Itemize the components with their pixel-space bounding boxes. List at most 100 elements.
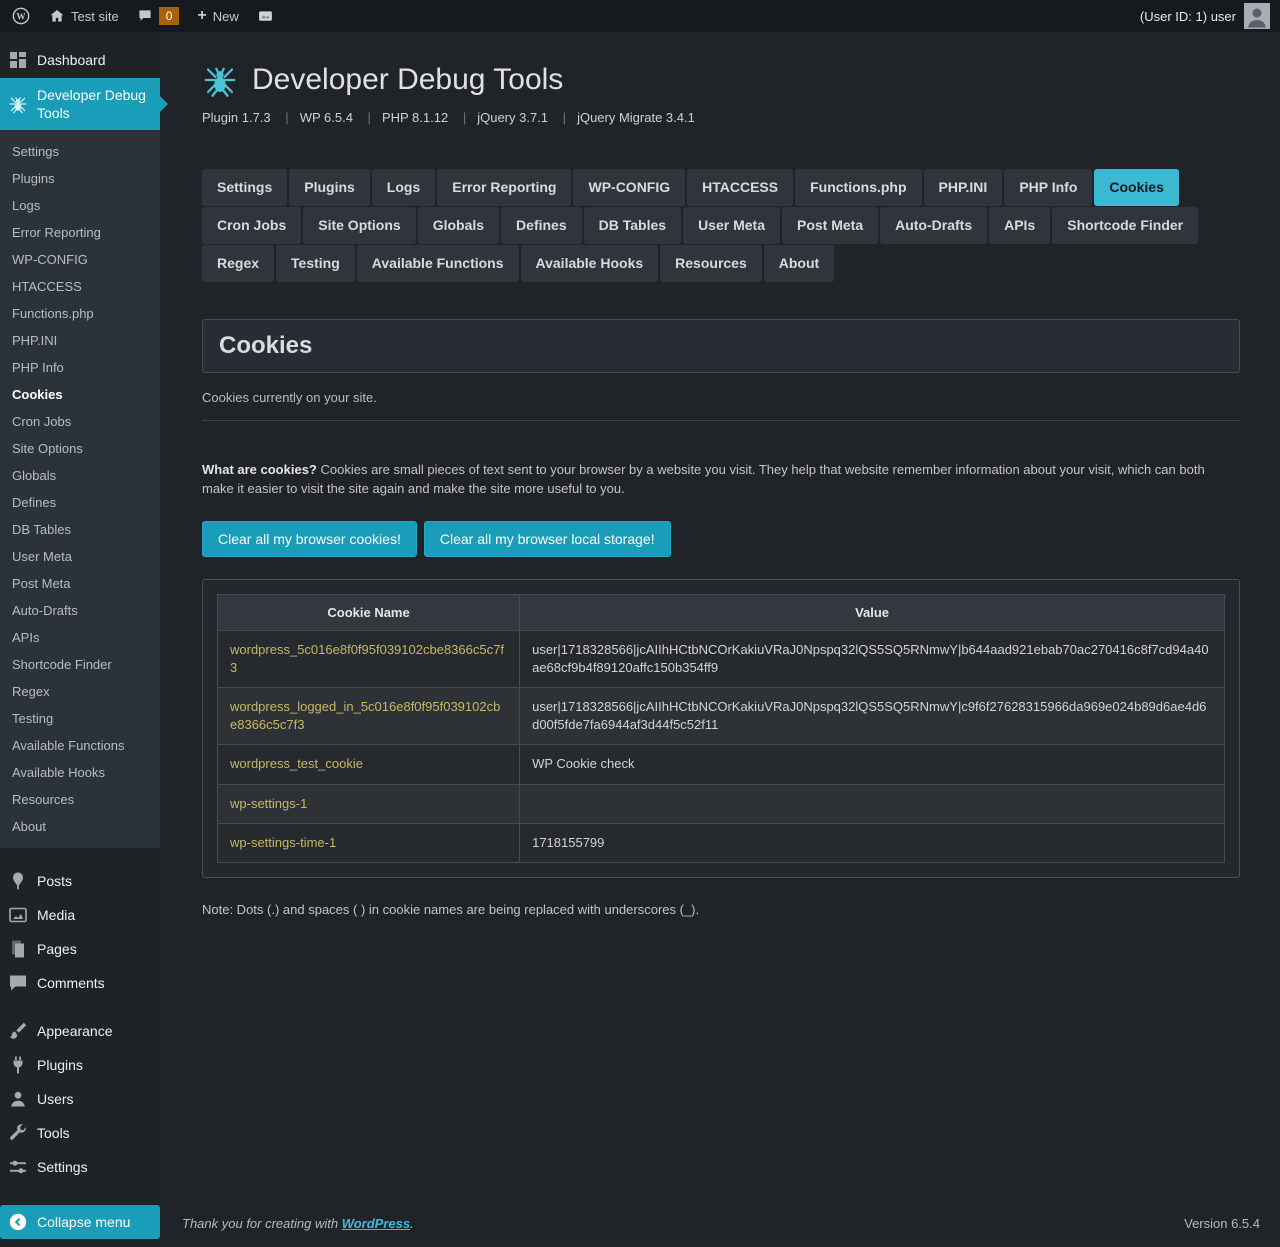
- submenu-item[interactable]: Defines: [0, 489, 160, 516]
- tab[interactable]: Testing: [276, 245, 355, 282]
- tab[interactable]: Available Functions: [357, 245, 519, 282]
- table-row: wordpress_logged_in_5c016e8f0f95f039102c…: [218, 688, 1225, 745]
- table-row: wordpress_5c016e8f0f95f039102cbe8366c5c7…: [218, 630, 1225, 687]
- tab[interactable]: Cron Jobs: [202, 207, 301, 244]
- submenu-item[interactable]: Functions.php: [0, 300, 160, 327]
- thanks-prefix: Thank you for creating with: [182, 1216, 342, 1231]
- sidebar-item-users[interactable]: Users: [0, 1082, 160, 1116]
- avatar[interactable]: [1244, 3, 1270, 29]
- submenu-item[interactable]: Shortcode Finder: [0, 651, 160, 678]
- tab[interactable]: Defines: [501, 207, 582, 244]
- submenu-item[interactable]: HTACCESS: [0, 273, 160, 300]
- submenu-item[interactable]: Post Meta: [0, 570, 160, 597]
- tab[interactable]: Cookies: [1094, 169, 1178, 206]
- submenu-item[interactable]: Available Hooks: [0, 759, 160, 786]
- submenu-item[interactable]: DB Tables: [0, 516, 160, 543]
- submenu-item[interactable]: Cookies: [0, 381, 160, 408]
- sidebar-item-appearance[interactable]: Appearance: [0, 1014, 160, 1048]
- user-account-label[interactable]: (User ID: 1) user: [1140, 9, 1236, 24]
- submenu-item[interactable]: Testing: [0, 705, 160, 732]
- tab[interactable]: Available Hooks: [521, 245, 659, 282]
- sidebar-item-developer-debug-tools[interactable]: Developer Debug Tools: [0, 78, 160, 130]
- page-title: Developer Debug Tools: [252, 63, 563, 97]
- tab[interactable]: Error Reporting: [437, 169, 571, 206]
- submenu-item[interactable]: APIs: [0, 624, 160, 651]
- collapse-menu-button[interactable]: Collapse menu: [0, 1205, 160, 1239]
- tab[interactable]: WP-CONFIG: [573, 169, 685, 206]
- submenu-item[interactable]: PHP Info: [0, 354, 160, 381]
- brush-icon: [8, 1021, 28, 1041]
- sidebar-item-dashboard[interactable]: Dashboard: [0, 42, 160, 78]
- submenu-item[interactable]: Globals: [0, 462, 160, 489]
- tab[interactable]: Regex: [202, 245, 274, 282]
- tab[interactable]: PHP Info: [1004, 169, 1092, 206]
- cookie-name-cell: wordpress_test_cookie: [218, 745, 520, 784]
- sidebar-item-plugins[interactable]: Plugins: [0, 1048, 160, 1082]
- wordpress-logo-icon[interactable]: W: [2, 0, 40, 32]
- clear-local-storage-button[interactable]: Clear all my browser local storage!: [424, 521, 671, 557]
- tab[interactable]: Resources: [660, 245, 762, 282]
- cookie-value-cell: [520, 784, 1225, 823]
- sidebar-item-label: Appearance: [37, 1023, 113, 1039]
- site-name-link[interactable]: Test site: [40, 0, 128, 32]
- version-item: jQuery 3.7.1: [452, 110, 548, 125]
- tab[interactable]: Globals: [418, 207, 499, 244]
- tab[interactable]: Post Meta: [782, 207, 878, 244]
- submenu-item[interactable]: Regex: [0, 678, 160, 705]
- submenu-item[interactable]: User Meta: [0, 543, 160, 570]
- tab[interactable]: Plugins: [289, 169, 370, 206]
- admin-bar-comments[interactable]: 0: [128, 0, 189, 32]
- tab[interactable]: Site Options: [303, 207, 415, 244]
- tab[interactable]: Settings: [202, 169, 287, 206]
- tab[interactable]: PHP.INI: [924, 169, 1003, 206]
- sidebar-item-label: Media: [37, 907, 75, 923]
- submenu-item[interactable]: Plugins: [0, 165, 160, 192]
- tab[interactable]: APIs: [989, 207, 1050, 244]
- cookie-name-cell: wp-settings-1: [218, 784, 520, 823]
- submenu-item[interactable]: Error Reporting: [0, 219, 160, 246]
- cookie-value-cell: WP Cookie check: [520, 745, 1225, 784]
- submenu-item[interactable]: Cron Jobs: [0, 408, 160, 435]
- screenshot-toolbar-icon[interactable]: [248, 0, 283, 32]
- submenu-item[interactable]: Resources: [0, 786, 160, 813]
- tab[interactable]: Functions.php: [795, 169, 921, 206]
- wordpress-link[interactable]: WordPress: [342, 1216, 410, 1231]
- pin-icon: [8, 871, 28, 891]
- thanks-suffix: .: [410, 1216, 414, 1231]
- submenu-item[interactable]: PHP.INI: [0, 327, 160, 354]
- sidebar-item-posts[interactable]: Posts: [0, 864, 160, 898]
- clear-cookies-button[interactable]: Clear all my browser cookies!: [202, 521, 417, 557]
- tab[interactable]: Shortcode Finder: [1052, 207, 1198, 244]
- table-header-row: Cookie Name Value: [218, 594, 1225, 630]
- footer-version: Version 6.5.4: [1184, 1216, 1260, 1231]
- tab[interactable]: Auto-Drafts: [880, 207, 987, 244]
- tab[interactable]: About: [764, 245, 834, 282]
- sliders-icon: [8, 1157, 28, 1177]
- tab[interactable]: HTACCESS: [687, 169, 793, 206]
- new-content-button[interactable]: + New: [188, 0, 247, 32]
- submenu-item[interactable]: Available Functions: [0, 732, 160, 759]
- version-info-line: Plugin 1.7.3 WP 6.5.4 PHP 8.1.12 jQuery …: [202, 110, 1240, 125]
- tab[interactable]: DB Tables: [584, 207, 681, 244]
- sidebar-item-tools[interactable]: Tools: [0, 1116, 160, 1150]
- sidebar-item-label: Users: [37, 1091, 74, 1107]
- sidebar-item-pages[interactable]: Pages: [0, 932, 160, 966]
- sidebar-item-settings[interactable]: Settings: [0, 1150, 160, 1184]
- main-content: Developer Debug Tools Plugin 1.7.3 WP 6.…: [160, 32, 1280, 1247]
- sidebar: Dashboard Developer Debug Tools Settings…: [0, 32, 160, 1247]
- submenu-item[interactable]: Site Options: [0, 435, 160, 462]
- footer-thanks: Thank you for creating with WordPress.: [182, 1216, 414, 1231]
- info-bold: What are cookies?: [202, 462, 317, 477]
- tab[interactable]: Logs: [372, 169, 435, 206]
- submenu-item[interactable]: About: [0, 813, 160, 840]
- submenu-item[interactable]: Settings: [0, 138, 160, 165]
- tab[interactable]: User Meta: [683, 207, 780, 244]
- submenu-item[interactable]: Auto-Drafts: [0, 597, 160, 624]
- submenu-item[interactable]: Logs: [0, 192, 160, 219]
- sidebar-item-comments[interactable]: Comments: [0, 966, 160, 1000]
- submenu-item[interactable]: WP-CONFIG: [0, 246, 160, 273]
- sidebar-item-media[interactable]: Media: [0, 898, 160, 932]
- collapse-menu-label: Collapse menu: [37, 1214, 130, 1230]
- admin-bar: W Test site 0 + New (User ID: 1) user: [0, 0, 1280, 32]
- bug-icon: [8, 94, 28, 114]
